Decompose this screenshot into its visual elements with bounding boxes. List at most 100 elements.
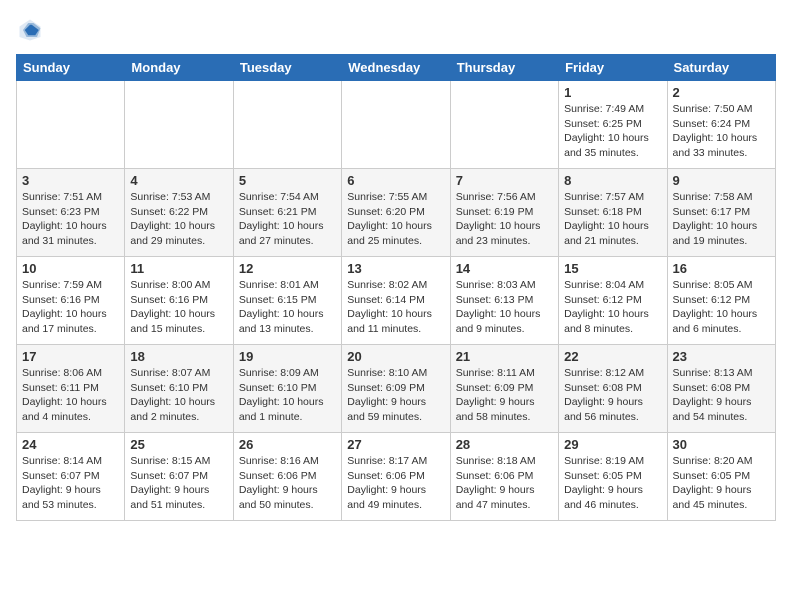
day-info: Sunrise: 8:13 AM Sunset: 6:08 PM Dayligh… <box>673 366 770 425</box>
calendar-cell: 8Sunrise: 7:57 AM Sunset: 6:18 PM Daylig… <box>559 169 667 257</box>
day-number: 19 <box>239 349 336 364</box>
calendar-week-row: 1Sunrise: 7:49 AM Sunset: 6:25 PM Daylig… <box>17 81 776 169</box>
day-info: Sunrise: 8:15 AM Sunset: 6:07 PM Dayligh… <box>130 454 227 513</box>
day-info: Sunrise: 8:04 AM Sunset: 6:12 PM Dayligh… <box>564 278 661 337</box>
calendar-header-cell: Thursday <box>450 55 558 81</box>
day-number: 29 <box>564 437 661 452</box>
calendar-cell: 29Sunrise: 8:19 AM Sunset: 6:05 PM Dayli… <box>559 433 667 521</box>
day-number: 13 <box>347 261 444 276</box>
calendar-cell: 4 Sunrise: 7:53 AM Sunset: 6:22 PM Daylig… <box>125 169 233 257</box>
day-number: 25 <box>130 437 227 452</box>
day-info: Sunrise: 8:17 AM Sunset: 6:06 PM Dayligh… <box>347 454 444 513</box>
calendar-cell: 27 Sunrise: 8:17 AM Sunset: 6:06 PM Dayli… <box>342 433 450 521</box>
day-number: 15 <box>564 261 661 276</box>
calendar-cell: 11 Sunrise: 8:00 AM Sunset: 6:16 PM Dayli… <box>125 257 233 345</box>
day-info: Sunrise: 7:56 AM Sunset: 6:19 PM Dayligh… <box>456 190 553 249</box>
calendar-cell <box>17 81 125 169</box>
day-info: Sunrise: 8:02 AM Sunset: 6:14 PM Dayligh… <box>347 278 444 337</box>
day-number: 30 <box>673 437 770 452</box>
day-info: Sunrise: 8:10 AM Sunset: 6:09 PM Dayligh… <box>347 366 444 425</box>
calendar-cell: 14Sunrise: 8:03 AM Sunset: 6:13 PM Dayli… <box>450 257 558 345</box>
day-info: Sunrise: 8:07 AM Sunset: 6:10 PM Dayligh… <box>130 366 227 425</box>
calendar-cell <box>125 81 233 169</box>
day-number: 1 <box>564 85 661 100</box>
day-number: 20 <box>347 349 444 364</box>
day-info: Sunrise: 8:11 AM Sunset: 6:09 PM Dayligh… <box>456 366 553 425</box>
calendar-cell: 18 Sunrise: 8:07 AM Sunset: 6:10 PM Dayli… <box>125 345 233 433</box>
calendar-cell: 26 Sunrise: 8:16 AM Sunset: 6:06 PM Dayli… <box>233 433 341 521</box>
day-info: Sunrise: 8:14 AM Sunset: 6:07 PM Dayligh… <box>22 454 119 513</box>
day-number: 17 <box>22 349 119 364</box>
calendar-header-cell: Monday <box>125 55 233 81</box>
calendar-cell: 2 Sunrise: 7:50 AM Sunset: 6:24 PM Daylig… <box>667 81 775 169</box>
day-info: Sunrise: 7:57 AM Sunset: 6:18 PM Dayligh… <box>564 190 661 249</box>
calendar-header-cell: Wednesday <box>342 55 450 81</box>
calendar-cell: 21Sunrise: 8:11 AM Sunset: 6:09 PM Dayli… <box>450 345 558 433</box>
calendar-cell <box>342 81 450 169</box>
day-number: 27 <box>347 437 444 452</box>
calendar-cell: 30 Sunrise: 8:20 AM Sunset: 6:05 PM Dayli… <box>667 433 775 521</box>
calendar-table: SundayMondayTuesdayWednesdayThursdayFrid… <box>16 54 776 521</box>
day-info: Sunrise: 8:01 AM Sunset: 6:15 PM Dayligh… <box>239 278 336 337</box>
calendar-cell <box>450 81 558 169</box>
day-info: Sunrise: 7:59 AM Sunset: 6:16 PM Dayligh… <box>22 278 119 337</box>
day-number: 3 <box>22 173 119 188</box>
day-number: 18 <box>130 349 227 364</box>
day-number: 26 <box>239 437 336 452</box>
day-info: Sunrise: 8:03 AM Sunset: 6:13 PM Dayligh… <box>456 278 553 337</box>
day-number: 9 <box>673 173 770 188</box>
calendar-cell: 3Sunrise: 7:51 AM Sunset: 6:23 PM Daylig… <box>17 169 125 257</box>
day-info: Sunrise: 8:05 AM Sunset: 6:12 PM Dayligh… <box>673 278 770 337</box>
calendar-cell: 22 Sunrise: 8:12 AM Sunset: 6:08 PM Dayli… <box>559 345 667 433</box>
day-number: 2 <box>673 85 770 100</box>
day-info: Sunrise: 8:09 AM Sunset: 6:10 PM Dayligh… <box>239 366 336 425</box>
day-number: 11 <box>130 261 227 276</box>
calendar-cell: 6 Sunrise: 7:55 AM Sunset: 6:20 PM Daylig… <box>342 169 450 257</box>
calendar-cell <box>233 81 341 169</box>
calendar-header-cell: Saturday <box>667 55 775 81</box>
calendar-week-row: 24 Sunrise: 8:14 AM Sunset: 6:07 PM Dayli… <box>17 433 776 521</box>
day-number: 4 <box>130 173 227 188</box>
day-info: Sunrise: 8:18 AM Sunset: 6:06 PM Dayligh… <box>456 454 553 513</box>
calendar-header-cell: Tuesday <box>233 55 341 81</box>
calendar-header-row: SundayMondayTuesdayWednesdayThursdayFrid… <box>17 55 776 81</box>
calendar-cell: 25 Sunrise: 8:15 AM Sunset: 6:07 PM Dayli… <box>125 433 233 521</box>
day-number: 28 <box>456 437 553 452</box>
day-number: 22 <box>564 349 661 364</box>
day-info: Sunrise: 8:16 AM Sunset: 6:06 PM Dayligh… <box>239 454 336 513</box>
day-info: Sunrise: 7:50 AM Sunset: 6:24 PM Dayligh… <box>673 102 770 161</box>
calendar-cell: 15 Sunrise: 8:04 AM Sunset: 6:12 PM Dayli… <box>559 257 667 345</box>
day-info: Sunrise: 8:20 AM Sunset: 6:05 PM Dayligh… <box>673 454 770 513</box>
calendar-cell: 17Sunrise: 8:06 AM Sunset: 6:11 PM Dayli… <box>17 345 125 433</box>
calendar-cell: 24 Sunrise: 8:14 AM Sunset: 6:07 PM Dayli… <box>17 433 125 521</box>
page-header <box>16 16 776 44</box>
day-info: Sunrise: 7:54 AM Sunset: 6:21 PM Dayligh… <box>239 190 336 249</box>
calendar-week-row: 3Sunrise: 7:51 AM Sunset: 6:23 PM Daylig… <box>17 169 776 257</box>
day-number: 24 <box>22 437 119 452</box>
day-number: 23 <box>673 349 770 364</box>
day-info: Sunrise: 7:55 AM Sunset: 6:20 PM Dayligh… <box>347 190 444 249</box>
calendar-cell: 13 Sunrise: 8:02 AM Sunset: 6:14 PM Dayli… <box>342 257 450 345</box>
calendar-cell: 23 Sunrise: 8:13 AM Sunset: 6:08 PM Dayli… <box>667 345 775 433</box>
calendar-header-cell: Sunday <box>17 55 125 81</box>
logo <box>16 16 48 44</box>
day-number: 6 <box>347 173 444 188</box>
calendar-cell: 5Sunrise: 7:54 AM Sunset: 6:21 PM Daylig… <box>233 169 341 257</box>
day-number: 12 <box>239 261 336 276</box>
calendar-cell: 10 Sunrise: 7:59 AM Sunset: 6:16 PM Dayli… <box>17 257 125 345</box>
calendar-cell: 19 Sunrise: 8:09 AM Sunset: 6:10 PM Dayli… <box>233 345 341 433</box>
calendar-week-row: 17Sunrise: 8:06 AM Sunset: 6:11 PM Dayli… <box>17 345 776 433</box>
calendar-cell: 28 Sunrise: 8:18 AM Sunset: 6:06 PM Dayli… <box>450 433 558 521</box>
day-info: Sunrise: 8:12 AM Sunset: 6:08 PM Dayligh… <box>564 366 661 425</box>
day-number: 10 <box>22 261 119 276</box>
calendar-cell: 20 Sunrise: 8:10 AM Sunset: 6:09 PM Dayli… <box>342 345 450 433</box>
day-info: Sunrise: 7:58 AM Sunset: 6:17 PM Dayligh… <box>673 190 770 249</box>
day-number: 7 <box>456 173 553 188</box>
calendar-cell: 16Sunrise: 8:05 AM Sunset: 6:12 PM Dayli… <box>667 257 775 345</box>
calendar-cell: 7 Sunrise: 7:56 AM Sunset: 6:19 PM Daylig… <box>450 169 558 257</box>
calendar-cell: 1Sunrise: 7:49 AM Sunset: 6:25 PM Daylig… <box>559 81 667 169</box>
day-info: Sunrise: 7:53 AM Sunset: 6:22 PM Dayligh… <box>130 190 227 249</box>
day-info: Sunrise: 8:00 AM Sunset: 6:16 PM Dayligh… <box>130 278 227 337</box>
calendar-week-row: 10 Sunrise: 7:59 AM Sunset: 6:16 PM Dayli… <box>17 257 776 345</box>
calendar-header-cell: Friday <box>559 55 667 81</box>
